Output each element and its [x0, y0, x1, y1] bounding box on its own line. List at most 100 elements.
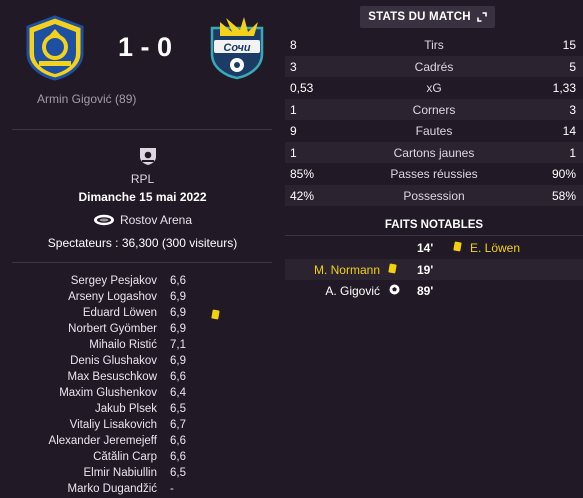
- player-row[interactable]: Max Besuschkow 6,6: [0, 371, 285, 387]
- home-goal-scorers: Armin Gigović (89): [37, 92, 137, 106]
- player-rating: 6,9: [170, 323, 186, 335]
- pfc-sochi-crest-icon: Сочи: [210, 17, 264, 80]
- player-name[interactable]: Elmir Nabiullin: [84, 467, 158, 479]
- stat-away-value: 58%: [551, 188, 576, 203]
- event-minute: 14': [417, 241, 434, 255]
- stat-away-value: 1,33: [552, 81, 576, 95]
- player-name[interactable]: Marko Dugandžić: [68, 483, 157, 495]
- home-team-crest[interactable]: [22, 15, 88, 81]
- player-name[interactable]: Norbert Gyömber: [68, 323, 157, 335]
- stat-label: Tirs: [424, 38, 444, 52]
- stat-label: Fautes: [415, 124, 453, 138]
- stat-row: 8 Tirs 15: [285, 34, 583, 56]
- player-name[interactable]: Max Besuschkow: [68, 371, 157, 383]
- player-rating: 6,4: [170, 387, 186, 399]
- player-rating: 6,5: [170, 467, 186, 479]
- player-row[interactable]: Norbert Gyömber 6,9: [0, 323, 285, 339]
- player-ratings-list: Sergey Pesjakov 6,6 Arseny Logashov 6,9 Edua…: [0, 275, 285, 498]
- stat-label: Passes réussies: [390, 167, 478, 181]
- attendance: Spectateurs : 36,300 (300 visiteurs): [47, 236, 238, 250]
- divider: [285, 235, 583, 236]
- league-name[interactable]: RPL: [0, 172, 285, 186]
- away-team-crest[interactable]: Сочи: [204, 14, 270, 80]
- stat-row: 9 Fautes 14: [285, 120, 583, 142]
- goal-ball-icon: [389, 284, 400, 295]
- expand-icon: [476, 12, 487, 22]
- player-rating: 6,5: [170, 403, 186, 415]
- player-name[interactable]: Maxim Glushenkov: [59, 387, 157, 399]
- stat-away-value: 3: [569, 102, 576, 117]
- notable-event-row[interactable]: 89' A. Gigović: [285, 280, 583, 302]
- player-rating: 7,1: [170, 339, 186, 351]
- stats-header-button[interactable]: STATS DU MATCH: [360, 6, 495, 28]
- event-player-name[interactable]: M. Normann: [314, 263, 380, 277]
- player-name[interactable]: Arseny Logashov: [68, 291, 157, 303]
- stat-away-value: 14: [562, 124, 576, 138]
- player-rating: -: [170, 483, 174, 495]
- player-row[interactable]: Denis Glushakov 6,9: [0, 355, 285, 371]
- stat-label: Cartons jaunes: [393, 145, 475, 160]
- notable-event-row[interactable]: 19' M. Normann: [285, 258, 583, 280]
- stat-row: 3 Cadrés 5: [285, 55, 583, 77]
- player-rating: 6,6: [170, 435, 186, 447]
- stat-label: Possession: [403, 188, 465, 203]
- player-name[interactable]: Jakub Plsek: [95, 403, 157, 415]
- match-stats-panel: STATS DU MATCH 8 Tirs 15 3 Cadrés 5 0,53 xG 1,33…: [285, 0, 583, 498]
- match-stats-table: 8 Tirs 15 3 Cadrés 5 0,53 xG 1,33 1 Corners 3 9 Faute…: [285, 34, 583, 206]
- notable-event-row[interactable]: 14' E. Löwen: [285, 237, 583, 259]
- player-row[interactable]: Jakub Plsek 6,5: [0, 403, 285, 419]
- yellow-card-icon: [211, 309, 220, 320]
- match-score: 1 - 0: [117, 32, 173, 62]
- stat-away-value: 1: [569, 145, 576, 160]
- stats-header-title: STATS DU MATCH: [368, 11, 471, 23]
- stadium[interactable]: Rostov Arena: [0, 213, 285, 227]
- stat-away-value: 5: [569, 59, 576, 74]
- player-row[interactable]: Arseny Logashov 6,9: [0, 291, 285, 307]
- player-row[interactable]: Sergey Pesjakov 6,6: [0, 275, 285, 291]
- stat-label: Cadrés: [414, 59, 454, 74]
- rpl-league-icon[interactable]: [137, 146, 159, 171]
- player-row[interactable]: Mihailo Ristić 7,1: [0, 339, 285, 355]
- player-rating: 6,6: [170, 451, 186, 463]
- player-rating: 6,7: [170, 419, 186, 431]
- stadium-name: Rostov Arena: [119, 213, 193, 227]
- divider: [12, 129, 272, 130]
- event-player-name[interactable]: E. Löwen: [470, 241, 520, 255]
- yellow-card-icon: [388, 262, 397, 274]
- player-name[interactable]: Vitaliy Lisakovich: [70, 419, 157, 431]
- player-rating: 6,6: [170, 275, 186, 287]
- player-row[interactable]: Vitaliy Lisakovich 6,7: [0, 419, 285, 435]
- event-player-name[interactable]: A. Gigović: [325, 284, 380, 298]
- stat-row: 0,53 xG 1,33: [285, 77, 583, 99]
- stat-away-value: 90%: [551, 167, 576, 181]
- player-row[interactable]: Elmir Nabiullin 6,5: [0, 467, 285, 483]
- player-rating: 6,9: [170, 307, 186, 319]
- stat-row: 1 Corners 3: [285, 98, 583, 120]
- stat-row: 1 Cartons jaunes 1: [285, 141, 583, 163]
- event-icon-wrap: [389, 284, 400, 298]
- divider: [12, 262, 272, 263]
- event-minute: 19': [417, 262, 434, 277]
- player-row[interactable]: Cătălin Carp 6,6: [0, 451, 285, 467]
- player-name[interactable]: Sergey Pesjakov: [71, 275, 157, 287]
- stat-label: Corners: [412, 102, 456, 117]
- player-name[interactable]: Eduard Löwen: [83, 307, 157, 319]
- player-name[interactable]: Alexander Jeremejeff: [49, 435, 157, 447]
- match-summary-panel: 1 - 0 Сочи Armin Gigović (89) RPL Dimanc…: [0, 0, 285, 498]
- yellow-card-icon: [453, 241, 462, 252]
- player-row[interactable]: Marko Dugandžić -: [0, 483, 285, 498]
- player-rating: 6,6: [170, 371, 186, 383]
- player-row[interactable]: Maxim Glushenkov 6,4: [0, 387, 285, 403]
- player-name[interactable]: Mihailo Ristić: [89, 339, 157, 351]
- player-rating: 6,9: [170, 291, 186, 303]
- player-name[interactable]: Cătălin Carp: [93, 451, 157, 463]
- player-rating: 6,9: [170, 355, 186, 367]
- player-name[interactable]: Denis Glushakov: [70, 355, 157, 367]
- svg-text:Сочи: Сочи: [223, 42, 251, 54]
- fk-rostov-crest-icon: [26, 15, 84, 81]
- player-row[interactable]: Alexander Jeremejeff 6,6: [0, 435, 285, 451]
- player-row[interactable]: Eduard Löwen 6,9: [0, 307, 285, 323]
- stat-away-value: 15: [562, 38, 576, 52]
- notable-events-list: 14' E. Löwen 19' M. Normann 89' A. Gigović: [285, 237, 583, 302]
- stat-row: 85% Passes réussies 90%: [285, 163, 583, 185]
